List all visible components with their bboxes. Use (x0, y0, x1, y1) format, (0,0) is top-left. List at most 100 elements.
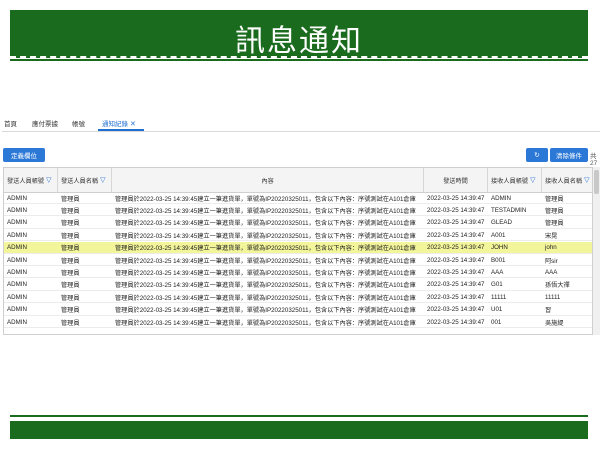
column-label: 發送時間 (443, 177, 468, 185)
cell-receiver-name: AAA (545, 268, 558, 276)
column-label: 發送人員名稱 (61, 177, 99, 185)
cell-sent-time: 2022-03-25 14:39:47 (427, 231, 485, 239)
cell-receiver-id: AAA (491, 268, 504, 276)
column-label: 接收人員帳號 (491, 177, 529, 185)
banner-divider (10, 59, 588, 61)
cell-receiver-id: TESTADMIN (491, 206, 527, 214)
cell-sender-name: 管理員 (61, 319, 80, 327)
cell-receiver-id: A001 (491, 231, 506, 239)
cell-receiver-id: GLEAD (491, 219, 512, 227)
active-tab-indicator (98, 129, 144, 131)
column-header-content[interactable]: 內容 (112, 168, 424, 192)
cell-sent-time: 2022-03-25 14:39:47 (427, 306, 485, 314)
column-header-receiver-id[interactable]: 接收人員帳號 ▽ (488, 168, 542, 192)
table-row[interactable]: ADMIN 管理員 管理員於2022-03-25 14:39:45建立一筆進貨單，單… (4, 291, 592, 304)
title-banner: 訊息通知 (10, 10, 588, 58)
cell-receiver-id: G01 (491, 281, 503, 289)
tab-notification-log-label: 通知紀錄 (102, 121, 128, 128)
cell-sender-id: ADMIN (7, 219, 27, 227)
cell-receiver-name: 管理員 (545, 220, 564, 228)
cell-sent-time: 2022-03-25 14:39:47 (427, 293, 485, 301)
cell-sender-id: ADMIN (7, 231, 27, 239)
tab-notes-payable[interactable]: 應付票據 (32, 118, 58, 128)
column-header-sender-name[interactable]: 發送人員名稱 ▽ (58, 168, 112, 192)
filter-icon[interactable]: ▽ (46, 176, 51, 184)
tab-notification-log[interactable]: 通知紀錄 ✕ (102, 118, 136, 128)
cell-content: 管理員於2022-03-25 14:39:45建立一筆進貨單，單號為IP2022… (115, 245, 416, 253)
cell-sender-name: 管理員 (61, 294, 80, 302)
column-label: 內容 (261, 177, 274, 185)
cell-receiver-name: 11111 (545, 293, 561, 301)
tab-account[interactable]: 帳號 (72, 118, 85, 128)
cell-sent-time: 2022-03-25 14:39:47 (427, 206, 485, 214)
refresh-button[interactable]: ↻ (526, 148, 548, 162)
scrollbar-thumb[interactable] (594, 170, 599, 194)
cell-sent-time: 2022-03-25 14:39:47 (427, 281, 485, 289)
cell-receiver-id: JOHN (491, 244, 508, 252)
filter-icon[interactable]: ▽ (584, 176, 589, 184)
cell-sender-name: 管理員 (61, 207, 80, 215)
clear-filters-button[interactable]: 清除條件 (550, 148, 588, 162)
cell-sender-name: 管理員 (61, 282, 80, 290)
cell-content: 管理員於2022-03-25 14:39:45建立一筆進貨單，單號為IP2022… (115, 195, 416, 203)
cell-sender-id: ADMIN (7, 268, 27, 276)
cell-content: 管理員於2022-03-25 14:39:45建立一筆進貨單，單號為IP2022… (115, 232, 416, 240)
column-header-receiver-name[interactable]: 接收人員名稱 ▽ (542, 168, 592, 192)
table-row[interactable]: ADMIN 管理員 管理員於2022-03-25 14:39:45建立一筆進貨單，單… (4, 266, 592, 279)
cell-sender-id: ADMIN (7, 293, 27, 301)
vertical-scrollbar[interactable] (593, 167, 600, 335)
cell-content: 管理員於2022-03-25 14:39:45建立一筆進貨單，單號為IP2022… (115, 294, 416, 302)
table-row[interactable]: ADMIN 管理員 管理員於2022-03-25 14:39:45建立一筆進貨單，單… (4, 229, 592, 242)
column-header-sent-time[interactable]: 發送時間 (424, 168, 488, 192)
cell-receiver-name: john (545, 244, 557, 252)
tab-bar: 首頁 應付票據 帳號 通知紀錄 ✕ (2, 113, 600, 132)
cell-sender-id: ADMIN (7, 318, 27, 326)
cell-sender-id: ADMIN (7, 194, 27, 202)
filter-icon[interactable]: ▽ (100, 176, 105, 184)
table-row[interactable]: ADMIN 管理員 管理員於2022-03-25 14:39:45建立一筆進貨單，單… (4, 204, 592, 217)
cell-sent-time: 2022-03-25 14:39:47 (427, 256, 485, 264)
cell-sender-id: ADMIN (7, 256, 27, 264)
cell-content: 管理員於2022-03-25 14:39:45建立一筆進貨單，單號為IP2022… (115, 257, 416, 265)
tab-home[interactable]: 首頁 (4, 118, 17, 128)
cell-sender-name: 管理員 (61, 307, 80, 315)
cell-sender-name: 管理員 (61, 269, 80, 277)
table-row[interactable]: ADMIN 管理員 管理員於2022-03-25 14:39:45建立一筆進貨單，單… (4, 192, 592, 204)
cell-receiver-name: 管理員 (545, 195, 564, 203)
cell-receiver-name: 阿sir (545, 257, 558, 265)
filter-icon[interactable]: ▽ (530, 176, 535, 184)
notification-table: 發送人員帳號 ▽ 發送人員名稱 ▽ 內容 發送時間 接收人員帳號 ▽ 接收人員名稱 ▽ … (3, 167, 593, 335)
cell-sender-name: 管理員 (61, 245, 80, 253)
cell-receiver-id: U01 (491, 306, 503, 314)
column-header-sender-id[interactable]: 發送人員帳號 ▽ (4, 168, 58, 192)
banner-title: 訊息通知 (235, 25, 363, 58)
cell-receiver-name: 吳施緹 (545, 319, 564, 327)
table-row[interactable]: ADMIN 管理員 管理員於2022-03-25 14:39:45建立一筆進貨單，單… (4, 316, 592, 328)
table-row[interactable]: ADMIN 管理員 管理員於2022-03-25 14:39:45建立一筆進貨單，單… (4, 279, 592, 291)
cell-receiver-id: ADMIN (491, 194, 511, 202)
cell-receiver-name: 孫悟大禪 (545, 282, 570, 290)
cell-sender-name: 管理員 (61, 195, 80, 203)
cell-sender-id: ADMIN (7, 206, 27, 214)
table-row[interactable]: ADMIN 管理員 管理員於2022-03-25 14:39:45建立一筆進貨單，單… (4, 217, 592, 229)
cell-sender-name: 管理員 (61, 257, 80, 265)
bottom-divider (10, 415, 588, 417)
cell-sent-time: 2022-03-25 14:39:47 (427, 194, 485, 202)
column-label: 接收人員名稱 (545, 177, 583, 185)
cell-sender-id: ADMIN (7, 281, 27, 289)
cell-content: 管理員於2022-03-25 14:39:45建立一筆進貨單，單號為IP2022… (115, 269, 416, 277)
column-label: 發送人員帳號 (7, 177, 45, 185)
define-columns-button[interactable]: 定義欄位 (3, 148, 45, 162)
table-row[interactable]: ADMIN 管理員 管理員於2022-03-25 14:39:45建立一筆進貨單，單… (4, 241, 592, 254)
table-row[interactable]: ADMIN 管理員 管理員於2022-03-25 14:39:45建立一筆進貨單，單… (4, 304, 592, 316)
table-row[interactable]: ADMIN 管理員 管理員於2022-03-25 14:39:45建立一筆進貨單，單… (4, 254, 592, 266)
cell-receiver-id: B001 (491, 256, 506, 264)
cell-sent-time: 2022-03-25 14:39:47 (427, 268, 485, 276)
refresh-icon: ↻ (534, 152, 540, 159)
cell-content: 管理員於2022-03-25 14:39:45建立一筆進貨單，單號為IP2022… (115, 282, 416, 290)
bottom-banner (10, 421, 588, 439)
close-icon[interactable]: ✕ (130, 121, 136, 128)
cell-sender-name: 管理員 (61, 232, 80, 240)
cell-sent-time: 2022-03-25 14:39:47 (427, 318, 485, 326)
cell-receiver-id: 11111 (491, 293, 507, 301)
